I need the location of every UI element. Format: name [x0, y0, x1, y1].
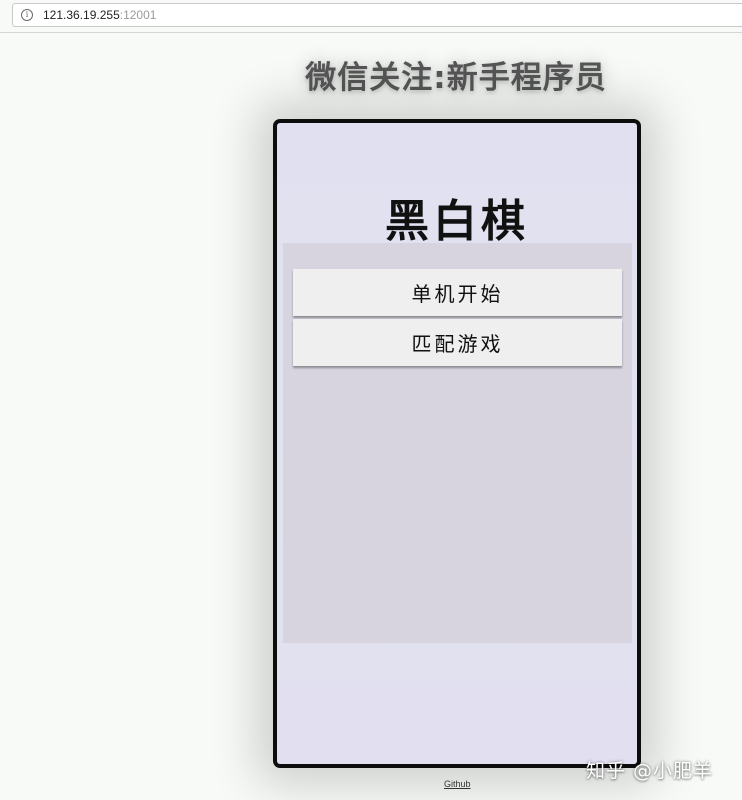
url-text[interactable]: 121.36.19.255:12001 — [43, 8, 156, 22]
url-port: :12001 — [119, 8, 157, 22]
game-device-frame: 黑白棋 单机开始 匹配游戏 — [273, 119, 641, 768]
watermark: 知乎 @小肥羊 — [586, 760, 714, 782]
single-player-button[interactable]: 单机开始 — [293, 269, 622, 316]
game-title: 黑白棋 — [385, 196, 529, 247]
address-bar[interactable]: i 121.36.19.255:12001 — [12, 3, 742, 27]
github-link[interactable]: Github — [444, 779, 471, 789]
menu-panel: 单机开始 匹配游戏 — [283, 243, 632, 643]
matchmaking-button[interactable]: 匹配游戏 — [293, 319, 622, 366]
page-heading: 微信关注:新手程序员 — [305, 60, 607, 96]
toolbar-divider — [0, 32, 742, 33]
info-icon[interactable]: i — [21, 9, 33, 21]
url-host: 121.36.19.255 — [43, 8, 120, 22]
